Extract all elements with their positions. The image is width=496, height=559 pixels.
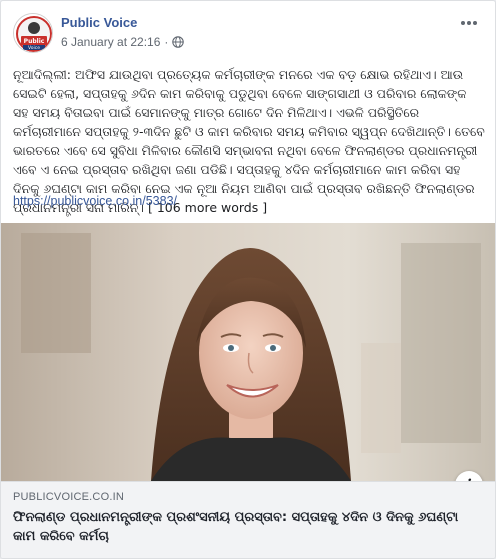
post-header: Public Voice Public Voice 6 January at 2… — [13, 13, 483, 53]
preview-headline[interactable]: ଫିନଲାଣ୍ଡ ପ୍ରଧାନମନ୍ତ୍ରୀଙ୍କ ପ୍ରଶଂସନୀୟ ପ୍ରସ… — [13, 508, 483, 546]
link-preview-image[interactable] — [1, 223, 495, 481]
more-options-icon — [461, 21, 477, 25]
public-voice-logo: Public Voice — [14, 14, 52, 52]
svg-text:Public: Public — [24, 38, 45, 45]
post-url-link[interactable]: https://publicvoice.co.in/5383/ — [13, 194, 177, 208]
meta-separator: · — [164, 35, 169, 49]
page-name-link[interactable]: Public Voice — [61, 15, 137, 30]
globe-icon[interactable] — [172, 36, 185, 48]
portrait-photo — [1, 223, 495, 481]
svg-text:Voice: Voice — [28, 45, 40, 51]
link-preview-caption[interactable]: PUBLICVOICE.CO.IN ଫିନଲାଣ୍ଡ ପ୍ରଧାନମନ୍ତ୍ରୀ… — [1, 481, 495, 558]
more-options-button[interactable] — [455, 13, 483, 33]
page-avatar[interactable]: Public Voice — [13, 13, 53, 53]
facebook-post-card: Public Voice Public Voice 6 January at 2… — [0, 0, 496, 559]
post-message-text: ନୂଆଦିଲ୍ଲୀ: ଅଫିସ ଯାଉଥିବା ପ୍ରତ୍ୟେକ କର୍ମଚାର… — [13, 67, 485, 215]
post-timestamp[interactable]: 6 January at 22:16 — [61, 35, 160, 49]
post-meta: 6 January at 22:16 · — [61, 35, 185, 49]
preview-domain: PUBLICVOICE.CO.IN — [13, 491, 124, 503]
